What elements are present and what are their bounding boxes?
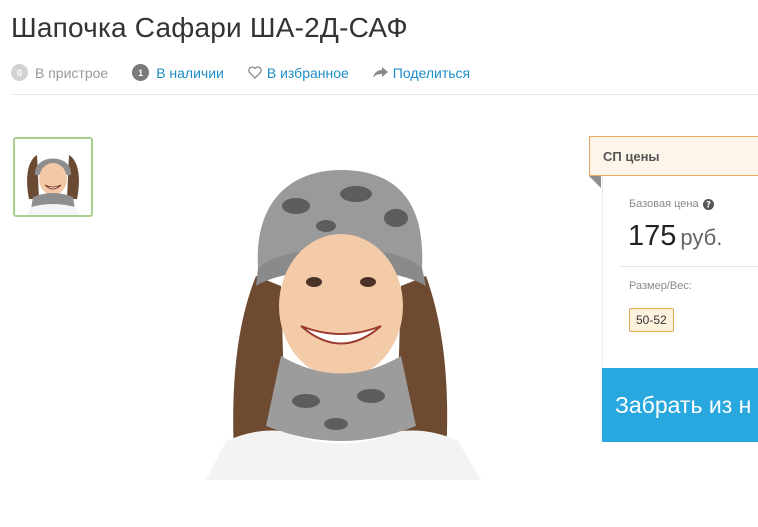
base-price-label: Базовая цена (629, 198, 699, 210)
price-value: 175 (628, 220, 677, 252)
price: 175 руб. (628, 220, 722, 253)
stock-label: В наличии (156, 64, 224, 81)
thumbnail-image (15, 139, 91, 215)
panel-fold-corner (589, 176, 601, 188)
share-icon (372, 66, 388, 79)
group-buy-prices-panel: СП цены (589, 136, 758, 176)
question-icon[interactable]: ? (702, 198, 714, 210)
price-currency: руб. (680, 225, 723, 250)
panel-title: СП цены (603, 149, 660, 164)
divider (619, 266, 758, 267)
share-link[interactable]: Поделиться (372, 64, 471, 81)
price-card: Базовая цена ? 175 руб. Размер/Вес: 50-52 (602, 176, 758, 366)
main-product-image[interactable] (186, 156, 496, 480)
product-meta-bar: 0 В пристрое 1 В наличии В избранное Под… (11, 64, 494, 81)
base-price-label-row: Базовая цена ? (629, 198, 714, 210)
stock-count-badge: 1 (132, 64, 150, 81)
pickup-button[interactable]: Забрать из н (602, 368, 758, 442)
size-option[interactable]: 50-52 (629, 308, 674, 332)
attached-count-badge: 0 (11, 64, 28, 81)
page-title: Шапочка Сафари ША-2Д-САФ (11, 12, 408, 43)
attached-label: В пристрое (35, 64, 109, 81)
stock-link[interactable]: 1 В наличии (132, 64, 224, 81)
share-label: Поделиться (392, 64, 471, 81)
add-to-favorites-link[interactable]: В избранное (248, 65, 349, 81)
main-image-drawing (186, 156, 496, 480)
favorites-label: В избранное (266, 64, 349, 81)
product-thumbnail[interactable] (13, 137, 93, 217)
size-label: Размер/Вес: (629, 280, 692, 292)
divider (11, 94, 758, 95)
heart-icon (248, 66, 262, 79)
attached-indicator: 0 В пристрое (11, 64, 108, 81)
svg-text:?: ? (706, 200, 711, 209)
